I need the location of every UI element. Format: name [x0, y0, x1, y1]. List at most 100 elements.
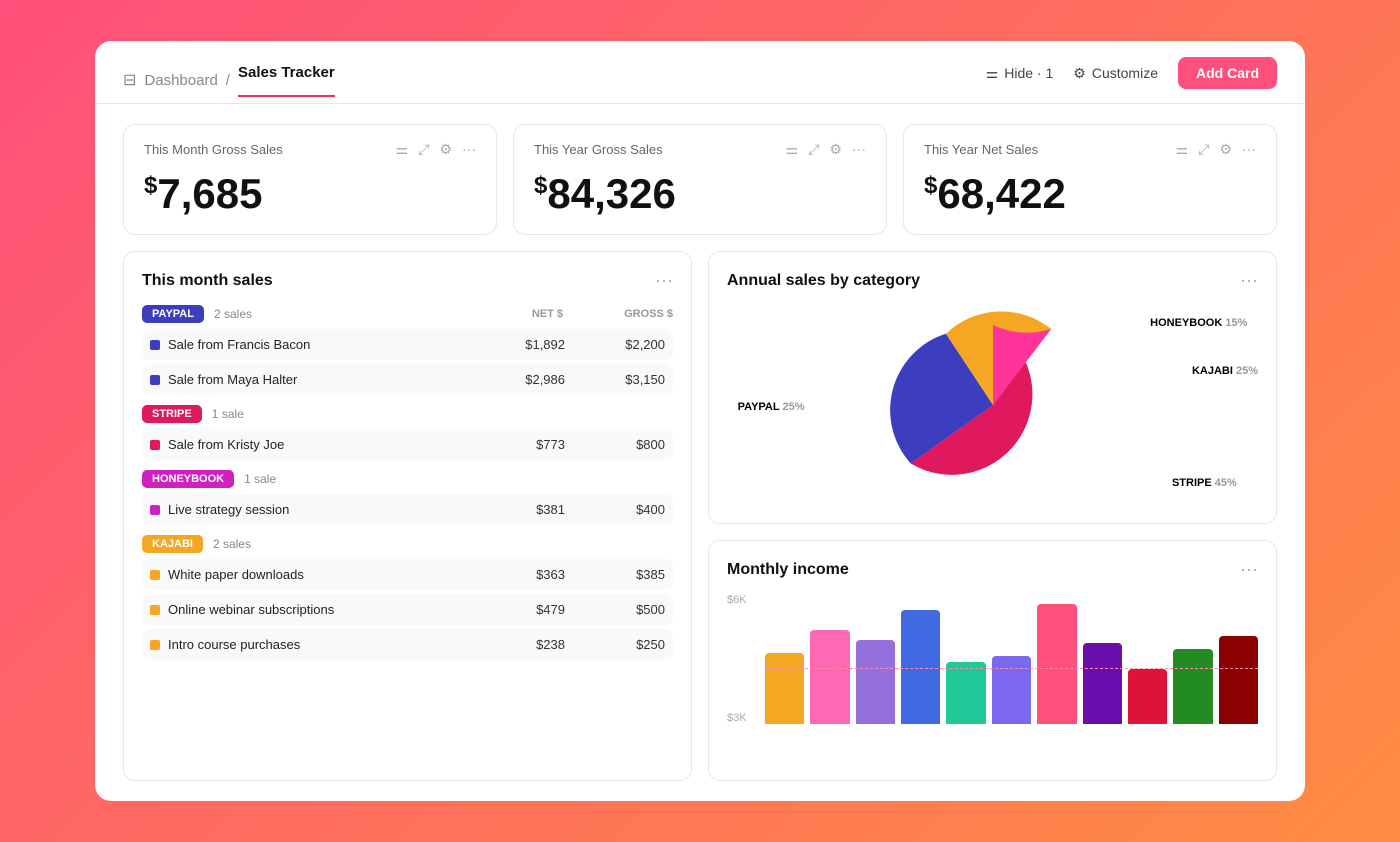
sales-panel: This month sales ··· PAYPAL 2 sales NET … — [123, 251, 692, 781]
gross-header: GROSS $ — [573, 308, 673, 320]
dashed-line — [765, 668, 1258, 669]
currency-3: $ — [924, 172, 937, 199]
kajabi-dot — [150, 605, 160, 615]
more-icon-3[interactable]: ··· — [1242, 141, 1256, 158]
metric-value-3: $68,422 — [924, 170, 1256, 218]
expand-icon-2[interactable]: ⤢ — [808, 141, 819, 158]
header-actions: ⚌ Hide · 1 ⚙ Customize Add Card — [986, 57, 1277, 103]
dashboard-icon: ⊟ — [123, 70, 136, 90]
sales-panel-menu[interactable]: ··· — [655, 270, 673, 291]
bar-item — [901, 610, 940, 724]
metric-title-2: This Year Gross Sales — [534, 142, 663, 157]
live-strategy-session: Live strategy session — [168, 502, 289, 517]
add-card-button[interactable]: Add Card — [1178, 57, 1277, 89]
stripe-label: STRIPE 45% — [1172, 477, 1237, 489]
paypal-group-header: PAYPAL 2 sales NET $ GROSS $ — [142, 305, 673, 323]
kajabi-label: KAJABI 25% — [1192, 365, 1258, 377]
more-icon-1[interactable]: ··· — [462, 141, 476, 158]
expand-icon-3[interactable]: ⤢ — [1198, 141, 1209, 158]
paypal-count: 2 sales — [214, 307, 252, 321]
sale-row: Live strategy session $381 $400 — [142, 494, 673, 525]
metric-card-yearly-net: This Year Net Sales ⚌ ⤢ ⚙ ··· $68,422 — [903, 124, 1277, 235]
bar-item — [1037, 604, 1076, 724]
metric-icons-2: ⚌ ⤢ ⚙ ··· — [786, 141, 866, 158]
honeybook-label: HONEYBOOK 15% — [1150, 317, 1247, 329]
annual-sales-title: Annual sales by category — [727, 272, 920, 290]
bottom-section: This month sales ··· PAYPAL 2 sales NET … — [123, 251, 1277, 781]
pie-chart — [883, 305, 1103, 505]
paypal-label: PAYPAL 25% — [738, 401, 805, 413]
sale-name: Live strategy session — [150, 502, 465, 517]
metric-card-yearly-gross: This Year Gross Sales ⚌ ⤢ ⚙ ··· $84,326 — [513, 124, 887, 235]
metric-cards: This Month Gross Sales ⚌ ⤢ ⚙ ··· $7,685 … — [123, 124, 1277, 235]
customize-icon: ⚙ — [1073, 65, 1086, 82]
breadcrumb-current-page: Sales Tracker — [238, 64, 335, 97]
kajabi-count: 2 sales — [213, 537, 251, 551]
right-panels: Annual sales by category ··· — [708, 251, 1277, 781]
bar-item — [1128, 669, 1167, 724]
settings-icon-1[interactable]: ⚙ — [439, 141, 452, 158]
metric-card-header-1: This Month Gross Sales ⚌ ⤢ ⚙ ··· — [144, 141, 476, 158]
stripe-badge: STRIPE — [142, 405, 202, 423]
sale-name: Sale from Kristy Joe — [150, 437, 465, 452]
expand-icon-1[interactable]: ⤢ — [418, 141, 429, 158]
honeybook-badge: HONEYBOOK — [142, 470, 234, 488]
filter-icon-2[interactable]: ⚌ — [786, 141, 799, 158]
sale-row: Sale from Maya Halter $2,986 $3,150 — [142, 364, 673, 395]
stripe-group-header: STRIPE 1 sale — [142, 405, 673, 423]
paypal-badge: PAYPAL — [142, 305, 204, 323]
monthly-income-header: Monthly income ··· — [727, 559, 1258, 580]
kajabi-group-header: KAJABI 2 sales — [142, 535, 673, 553]
paypal-dot — [150, 340, 160, 350]
monthly-income-menu[interactable]: ··· — [1240, 559, 1258, 580]
payment-group-stripe: STRIPE 1 sale Sale from Kristy Joe $773 … — [142, 405, 673, 460]
hide-button[interactable]: ⚌ Hide · 1 — [986, 65, 1054, 82]
honeybook-count: 1 sale — [244, 472, 276, 486]
sale-row: Online webinar subscriptions $479 $500 — [142, 594, 673, 625]
main-content: This Month Gross Sales ⚌ ⤢ ⚙ ··· $7,685 … — [95, 104, 1305, 801]
stripe-count: 1 sale — [212, 407, 244, 421]
metric-icons-1: ⚌ ⤢ ⚙ ··· — [396, 141, 476, 158]
sales-panel-title: This month sales — [142, 272, 273, 290]
sale-row: Sale from Francis Bacon $1,892 $2,200 — [142, 329, 673, 360]
sales-panel-header: This month sales ··· — [142, 270, 673, 291]
sale-name: Sale from Francis Bacon — [150, 337, 465, 352]
metric-value-2: $84,326 — [534, 170, 866, 218]
more-icon-2[interactable]: ··· — [852, 141, 866, 158]
filter-icon-3[interactable]: ⚌ — [1176, 141, 1189, 158]
sale-name: Online webinar subscriptions — [150, 602, 465, 617]
pie-chart-container: HONEYBOOK 15% KAJABI 25% PAYPAL 25% STRI… — [727, 305, 1258, 505]
currency-1: $ — [144, 172, 157, 199]
settings-icon-3[interactable]: ⚙ — [1219, 141, 1232, 158]
customize-button[interactable]: ⚙ Customize — [1073, 65, 1158, 82]
filter-icon-1[interactable]: ⚌ — [396, 141, 409, 158]
metric-card-header-3: This Year Net Sales ⚌ ⤢ ⚙ ··· — [924, 141, 1256, 158]
metric-title-3: This Year Net Sales — [924, 142, 1038, 157]
bar-item — [1173, 649, 1212, 724]
bar-chart-wrapper: $6K $3K — [727, 594, 1258, 724]
sale-name: Sale from Maya Halter — [150, 372, 465, 387]
breadcrumb-dashboard: Dashboard — [144, 72, 217, 89]
sale-row: White paper downloads $363 $385 — [142, 559, 673, 590]
bar-item — [810, 630, 849, 724]
breadcrumb: ⊟ Dashboard / Sales Tracker — [123, 64, 335, 96]
paypal-dot — [150, 375, 160, 385]
bar-chart — [727, 594, 1258, 724]
monthly-income-panel: Monthly income ··· $6K $3K — [708, 540, 1277, 781]
stripe-dot — [150, 440, 160, 450]
sale-name: White paper downloads — [150, 567, 465, 582]
payment-group-kajabi: KAJABI 2 sales White paper downloads $36… — [142, 535, 673, 660]
annual-sales-menu[interactable]: ··· — [1240, 270, 1258, 291]
customize-label: Customize — [1092, 65, 1158, 81]
metric-value-1: $7,685 — [144, 170, 476, 218]
sale-name: Intro course purchases — [150, 637, 465, 652]
net-header: NET $ — [463, 308, 563, 320]
settings-icon-2[interactable]: ⚙ — [829, 141, 842, 158]
breadcrumb-separator: / — [226, 72, 230, 89]
metric-card-header-2: This Year Gross Sales ⚌ ⤢ ⚙ ··· — [534, 141, 866, 158]
sale-row: Intro course purchases $238 $250 — [142, 629, 673, 660]
bar-item — [856, 640, 895, 725]
kajabi-dot — [150, 570, 160, 580]
sale-row: Sale from Kristy Joe $773 $800 — [142, 429, 673, 460]
kajabi-badge: KAJABI — [142, 535, 203, 553]
